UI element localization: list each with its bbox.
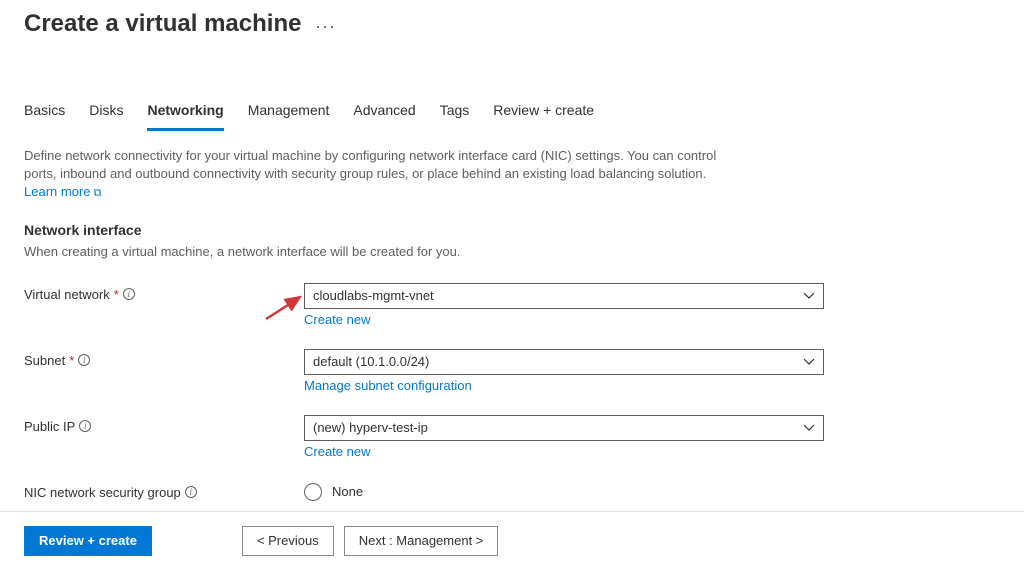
- required-indicator: *: [114, 287, 119, 302]
- select-public-ip[interactable]: (new) hyperv-test-ip: [304, 415, 824, 441]
- select-subnet[interactable]: default (10.1.0.0/24): [304, 349, 824, 375]
- row-virtual-network: Virtual network * i cloudlabs-mgmt-vnet …: [24, 283, 1000, 327]
- more-actions-icon[interactable]: ...: [315, 12, 336, 37]
- section-title: Network interface: [24, 222, 1000, 238]
- page-header: Create a virtual machine ...: [24, 0, 1000, 42]
- section-desc: When creating a virtual machine, a netwo…: [24, 244, 1000, 259]
- radio-icon: [304, 483, 322, 501]
- link-manage-subnet[interactable]: Manage subnet configuration: [304, 378, 472, 393]
- select-subnet-value: default (10.1.0.0/24): [313, 354, 429, 369]
- select-publicip-value: (new) hyperv-test-ip: [313, 420, 428, 435]
- wizard-footer: Review + create < Previous Next : Manage…: [0, 511, 1024, 570]
- row-nsg: NIC network security group i None: [24, 481, 1000, 501]
- chevron-down-icon: [803, 290, 815, 302]
- tab-networking[interactable]: Networking: [147, 96, 223, 131]
- radio-label-none: None: [332, 484, 363, 499]
- label-publicip-text: Public IP: [24, 419, 75, 434]
- description-text: Define network connectivity for your vir…: [24, 148, 716, 181]
- page-title: Create a virtual machine: [24, 10, 301, 38]
- row-subnet: Subnet * i default (10.1.0.0/24) Manage …: [24, 349, 1000, 393]
- tab-review-create[interactable]: Review + create: [493, 96, 594, 131]
- radio-option-none[interactable]: None: [304, 481, 824, 501]
- link-create-new-vnet[interactable]: Create new: [304, 312, 370, 327]
- required-indicator: *: [69, 353, 74, 368]
- label-subnet: Subnet * i: [24, 349, 304, 368]
- tab-disks[interactable]: Disks: [89, 96, 123, 131]
- tab-advanced[interactable]: Advanced: [353, 96, 415, 131]
- learn-more-text: Learn more: [24, 184, 90, 199]
- learn-more-link[interactable]: Learn more⧉: [24, 184, 101, 199]
- label-nsg: NIC network security group i: [24, 481, 304, 500]
- tab-tags[interactable]: Tags: [440, 96, 470, 131]
- label-nsg-text: NIC network security group: [24, 485, 181, 500]
- info-icon[interactable]: i: [185, 486, 197, 498]
- row-public-ip: Public IP i (new) hyperv-test-ip Create …: [24, 415, 1000, 459]
- info-icon[interactable]: i: [79, 420, 91, 432]
- label-subnet-text: Subnet: [24, 353, 65, 368]
- network-interface-form: Virtual network * i cloudlabs-mgmt-vnet …: [24, 283, 1000, 501]
- tab-basics[interactable]: Basics: [24, 96, 65, 131]
- label-virtual-network: Virtual network * i: [24, 283, 304, 302]
- label-vnet-text: Virtual network: [24, 287, 110, 302]
- tab-management[interactable]: Management: [248, 96, 330, 131]
- label-public-ip: Public IP i: [24, 415, 304, 434]
- review-create-button[interactable]: Review + create: [24, 526, 152, 556]
- tabs-bar: Basics Disks Networking Management Advan…: [24, 96, 1000, 131]
- next-button[interactable]: Next : Management >: [344, 526, 499, 556]
- select-virtual-network[interactable]: cloudlabs-mgmt-vnet: [304, 283, 824, 309]
- tab-description: Define network connectivity for your vir…: [24, 147, 744, 202]
- chevron-down-icon: [803, 422, 815, 434]
- info-icon[interactable]: i: [78, 354, 90, 366]
- chevron-down-icon: [803, 356, 815, 368]
- previous-button[interactable]: < Previous: [242, 526, 334, 556]
- link-create-new-ip[interactable]: Create new: [304, 444, 370, 459]
- select-vnet-value: cloudlabs-mgmt-vnet: [313, 288, 434, 303]
- external-link-icon: ⧉: [93, 187, 101, 199]
- info-icon[interactable]: i: [123, 288, 135, 300]
